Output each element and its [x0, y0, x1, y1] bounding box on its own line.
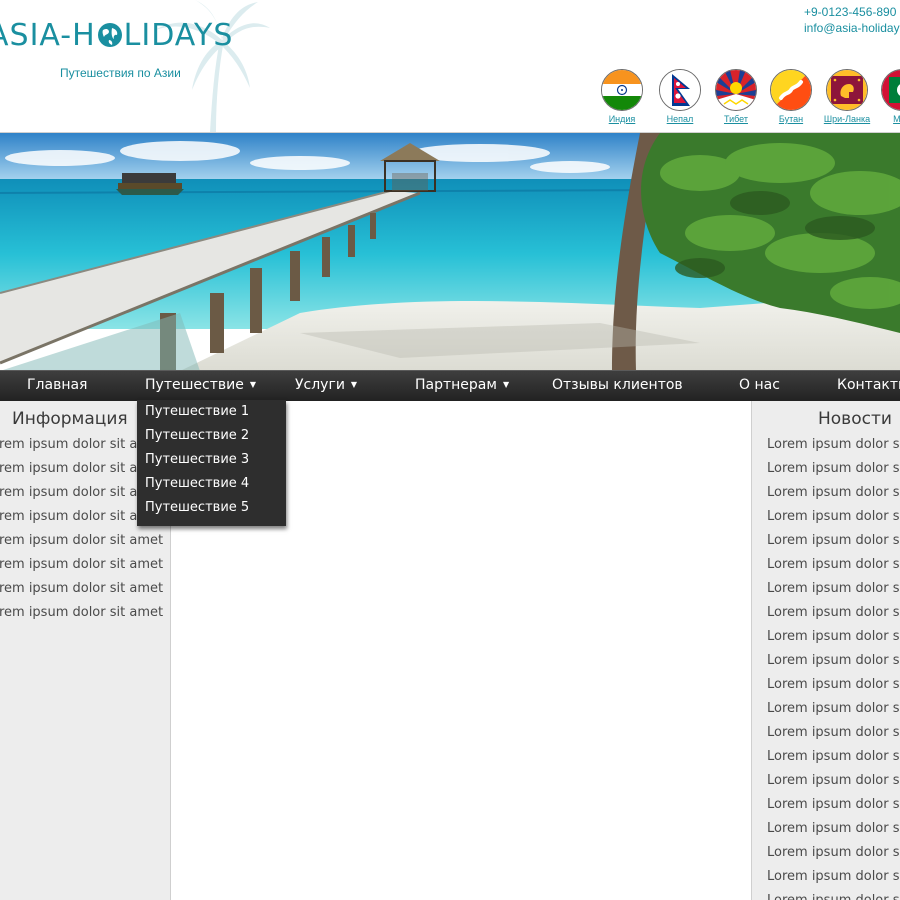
email-address[interactable]: info@asia-holidays: [804, 20, 900, 36]
news-item[interactable]: Lorem ipsum dolor sit: [767, 889, 900, 900]
logo-text-start: ASIA-H: [0, 18, 96, 53]
dropdown-item-travel-5[interactable]: Путешествие 5: [137, 496, 286, 520]
flag-link-bhutan[interactable]: Бутан: [761, 69, 821, 124]
flag-label: Тибет: [723, 114, 748, 124]
news-sidebar-title: Новости: [818, 409, 892, 429]
news-item[interactable]: Lorem ipsum dolor sit: [767, 697, 900, 721]
news-item[interactable]: Lorem ipsum dolor sit: [767, 745, 900, 769]
dropdown-item-travel-4[interactable]: Путешествие 4: [137, 472, 286, 496]
info-link[interactable]: Lorem ipsum dolor sit amet: [0, 601, 163, 625]
nav-item-label: О нас: [739, 377, 780, 393]
news-item[interactable]: Lorem ipsum dolor sit: [767, 865, 900, 889]
flag-label: Мал: [893, 114, 900, 124]
news-item[interactable]: Lorem ipsum dolor sit: [767, 721, 900, 745]
dropdown-item-travel-2[interactable]: Путешествие 2: [137, 424, 286, 448]
nepal-flag-icon: [659, 69, 701, 111]
info-link[interactable]: Lorem ipsum dolor sit amet: [0, 577, 163, 601]
news-item[interactable]: Lorem ipsum dolor sit: [767, 841, 900, 865]
news-item[interactable]: Lorem ipsum dolor sit: [767, 649, 900, 673]
maldives-flag-icon: [881, 69, 900, 111]
nav-item-travel[interactable]: Путешествие ▼: [145, 371, 256, 401]
site-tagline: Путешествия по Азии: [60, 66, 181, 80]
news-item[interactable]: Lorem ipsum dolor sit: [767, 817, 900, 841]
flag-label: Индия: [608, 114, 636, 124]
flag-label: Бутан: [778, 114, 804, 124]
nav-item-label: Отзывы клиентов: [552, 377, 683, 393]
news-item[interactable]: Lorem ipsum dolor sit: [767, 457, 900, 481]
info-link[interactable]: Lorem ipsum dolor sit amet: [0, 529, 163, 553]
travel-dropdown-menu: Путешествие 1 Путешествие 2 Путешествие …: [137, 400, 286, 526]
news-item[interactable]: Lorem ipsum dolor sit: [767, 673, 900, 697]
info-sidebar-title: Информация: [12, 409, 128, 429]
news-item[interactable]: Lorem ipsum dolor sit: [767, 601, 900, 625]
nav-item-about[interactable]: О нас: [739, 371, 780, 401]
flag-link-maldives[interactable]: Мал: [872, 69, 900, 124]
flag-link-tibet[interactable]: Тибет: [706, 69, 766, 124]
nav-item-label: Партнерам: [415, 377, 497, 393]
news-item[interactable]: Lorem ipsum dolor sit: [767, 505, 900, 529]
news-list: Lorem ipsum dolor sit Lorem ipsum dolor …: [767, 433, 900, 900]
site-logo[interactable]: ASIA-H LIDAYS: [0, 14, 233, 58]
flag-link-sri-lanka[interactable]: Шри-Ланка: [817, 69, 877, 124]
dropdown-item-travel-3[interactable]: Путешествие 3: [137, 448, 286, 472]
hero-banner-image: [0, 132, 900, 371]
news-item[interactable]: Lorem ipsum dolor sit: [767, 553, 900, 577]
nav-item-label: Путешествие: [145, 377, 244, 393]
nav-item-label: Контакты: [837, 377, 900, 393]
flag-link-india[interactable]: Индия: [592, 69, 652, 124]
news-item[interactable]: Lorem ipsum dolor sit: [767, 529, 900, 553]
bhutan-flag-icon: [770, 69, 812, 111]
news-item[interactable]: Lorem ipsum dolor sit: [767, 577, 900, 601]
globe-icon: [97, 23, 122, 47]
news-item[interactable]: Lorem ipsum dolor sit: [767, 625, 900, 649]
nav-item-partners[interactable]: Партнерам ▼: [415, 371, 509, 401]
dropdown-caret-icon: ▼: [249, 380, 256, 389]
nav-item-contacts[interactable]: Контакты: [837, 371, 900, 401]
news-item[interactable]: Lorem ipsum dolor sit: [767, 481, 900, 505]
logo-text-end: LIDAYS: [123, 18, 234, 53]
dropdown-caret-icon: ▼: [502, 380, 510, 389]
site-header: ASIA-H LIDAYS Путешествия по Азии +9-012…: [0, 0, 900, 132]
flag-link-nepal[interactable]: Непал: [650, 69, 710, 124]
nav-item-services[interactable]: Услуги ▼: [295, 371, 357, 401]
dropdown-caret-icon: ▼: [350, 380, 358, 389]
news-sidebar: Новости Lorem ipsum dolor sit Lorem ipsu…: [751, 401, 900, 900]
flag-label: Непал: [666, 114, 694, 124]
info-link[interactable]: Lorem ipsum dolor sit amet: [0, 553, 163, 577]
india-flag-icon: [601, 69, 643, 111]
news-item[interactable]: Lorem ipsum dolor sit: [767, 433, 900, 457]
nav-item-label: Главная: [27, 377, 88, 393]
flag-label: Шри-Ланка: [823, 114, 871, 124]
beach-pier-illustration: [0, 133, 900, 371]
sri-lanka-flag-icon: [826, 69, 868, 111]
news-item[interactable]: Lorem ipsum dolor sit: [767, 793, 900, 817]
nav-item-label: Услуги: [295, 377, 345, 393]
main-navigation: Главная Путешествие ▼ Услуги ▼ Партнерам ▼ …: [0, 370, 900, 401]
contact-info: +9-0123-456-890 info@asia-holidays: [804, 4, 900, 36]
nav-item-reviews[interactable]: Отзывы клиентов: [552, 371, 683, 401]
dropdown-item-travel-1[interactable]: Путешествие 1: [137, 400, 286, 424]
tibet-flag-icon: [715, 69, 757, 111]
nav-item-home[interactable]: Главная: [27, 371, 87, 401]
phone-number: +9-0123-456-890: [804, 5, 897, 19]
news-item[interactable]: Lorem ipsum dolor sit: [767, 769, 900, 793]
